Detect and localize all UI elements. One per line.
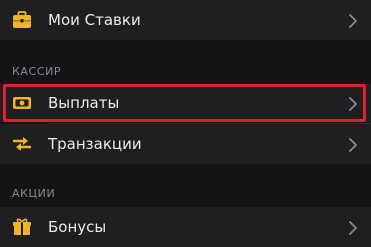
section-header-cashier: КАССИР <box>12 65 62 78</box>
menu-item-label: Бонусы <box>48 218 107 236</box>
menu-item-payouts[interactable]: Выплаты <box>0 84 371 122</box>
menu-item-bonuses[interactable]: Бонусы <box>0 207 371 247</box>
menu-item-label: Транзакции <box>48 135 142 153</box>
banknote-icon <box>12 93 32 113</box>
briefcase-icon <box>12 10 32 30</box>
menu-item-label: Выплаты <box>48 94 120 112</box>
chevron-right-icon <box>349 220 357 235</box>
chevron-right-icon <box>349 96 357 111</box>
menu-item-transactions[interactable]: Транзакции <box>0 124 371 164</box>
section-header-promotions: АКЦИИ <box>12 187 56 200</box>
gift-icon <box>12 217 32 237</box>
swap-arrows-icon <box>12 134 32 154</box>
menu-item-label: Мои Ставки <box>48 11 141 29</box>
chevron-right-icon <box>349 137 357 152</box>
menu-item-my-bets[interactable]: Мои Ставки <box>0 0 371 40</box>
chevron-right-icon <box>349 13 357 28</box>
